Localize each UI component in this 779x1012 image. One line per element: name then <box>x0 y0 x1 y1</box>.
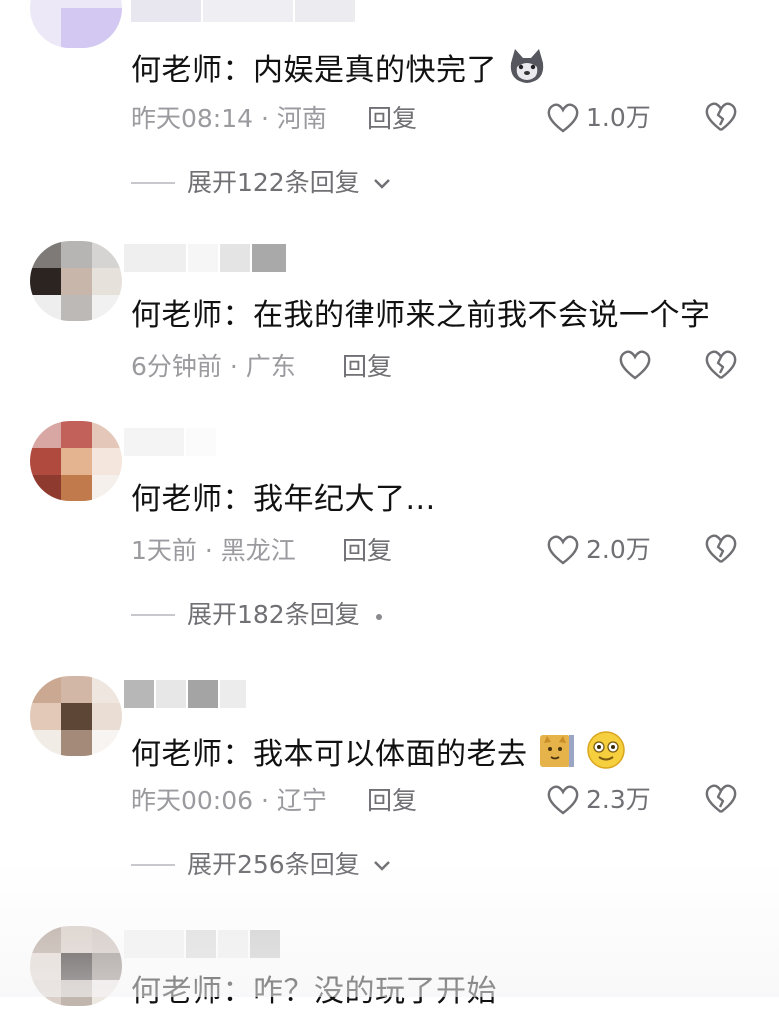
like-count: 2.3万 <box>586 785 651 814</box>
dislike-button[interactable] <box>704 783 738 815</box>
username-blurred[interactable] <box>124 428 216 456</box>
broken-heart-icon <box>704 533 738 565</box>
dislike-button[interactable] <box>704 101 738 133</box>
username-blurred[interactable] <box>131 0 355 22</box>
comment-meta: 6分钟前 · 广东 <box>131 352 296 381</box>
expand-replies[interactable]: 展开256条回复 <box>131 848 392 882</box>
husky-emoji-icon <box>507 47 547 96</box>
avatar[interactable] <box>30 926 122 1006</box>
heart-icon <box>618 349 652 381</box>
like-count: 1.0万 <box>586 103 651 132</box>
expand-replies[interactable]: 展开182条回复 <box>131 598 386 632</box>
comment-text: 何老师：我本可以体面的老去 <box>131 730 626 781</box>
username-blurred[interactable] <box>124 930 280 958</box>
dislike-button[interactable] <box>704 533 738 565</box>
comment-text: 何老师：咋？没的玩了开始 <box>131 974 497 1009</box>
username-blurred[interactable] <box>124 680 246 708</box>
chevron-down-icon <box>372 848 392 882</box>
heart-icon <box>546 534 580 566</box>
comment-text-content: 何老师：内娱是真的快完了 <box>131 53 497 88</box>
heart-icon <box>546 102 580 134</box>
avatar[interactable] <box>30 421 122 501</box>
expand-replies-label: 展开256条回复 <box>187 850 360 879</box>
reply-button[interactable]: 回复 <box>342 350 392 384</box>
comment-meta: 昨天08:14 · 河南 <box>131 104 327 133</box>
avatar[interactable] <box>30 241 122 321</box>
comment-text-content: 何老师：我本可以体面的老去 <box>131 737 528 772</box>
like-button[interactable]: 2.0万 <box>546 533 651 567</box>
comment-meta: 昨天00:06 · 辽宁 <box>131 786 327 815</box>
broken-heart-icon <box>704 101 738 133</box>
smile-emoji-icon <box>586 730 626 781</box>
cat-emoji-icon <box>538 731 576 780</box>
loading-dot-icon <box>372 598 386 632</box>
expand-replies-label: 展开182条回复 <box>187 600 360 629</box>
heart-icon <box>546 784 580 816</box>
reply-button[interactable]: 回复 <box>367 784 417 818</box>
divider <box>131 614 175 616</box>
like-button[interactable]: 1.0万 <box>546 101 651 135</box>
reply-button[interactable]: 回复 <box>342 534 392 568</box>
expand-replies[interactable]: 展开122条回复 <box>131 166 392 200</box>
broken-heart-icon <box>704 783 738 815</box>
avatar[interactable] <box>30 676 122 756</box>
like-button[interactable]: 2.3万 <box>546 783 651 817</box>
avatar[interactable] <box>30 0 122 48</box>
comment-text: 何老师：内娱是真的快完了 <box>131 47 547 96</box>
username-blurred[interactable] <box>124 244 286 272</box>
divider <box>131 864 175 866</box>
dislike-button[interactable] <box>704 349 738 381</box>
comment-text: 何老师：我年纪大了... <box>131 482 436 517</box>
divider <box>131 182 175 184</box>
comment-meta: 1天前 · 黑龙江 <box>131 536 296 565</box>
like-count: 2.0万 <box>586 535 651 564</box>
like-button[interactable] <box>618 349 658 381</box>
reply-button[interactable]: 回复 <box>367 102 417 136</box>
comment-text: 何老师：在我的律师来之前我不会说一个字 <box>131 298 711 333</box>
broken-heart-icon <box>704 349 738 381</box>
expand-replies-label: 展开122条回复 <box>187 168 360 197</box>
chevron-down-icon <box>372 166 392 200</box>
